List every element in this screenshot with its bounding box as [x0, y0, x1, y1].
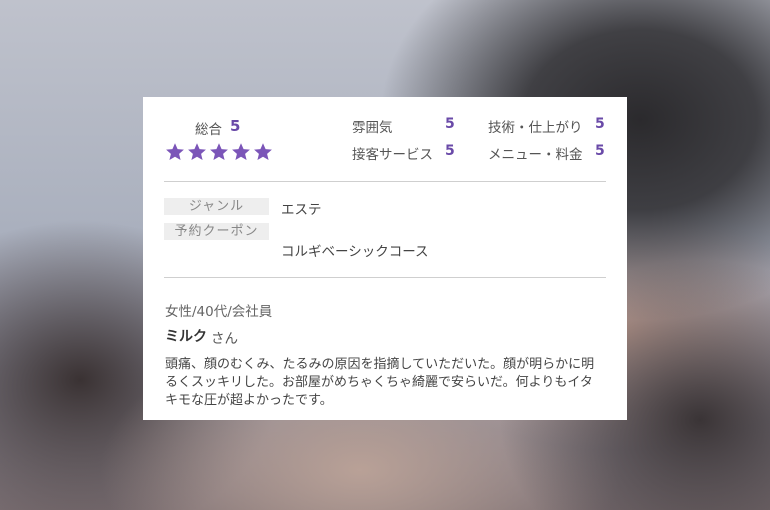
genre-value: エステ: [281, 202, 322, 218]
overall-label: 総合: [195, 122, 222, 138]
divider: [164, 277, 606, 278]
divider: [164, 181, 606, 182]
rating-menu-price-label: メニュー・料金: [488, 147, 583, 163]
overall-score: 5: [230, 117, 241, 135]
reviewer-name: ミルク: [165, 329, 207, 345]
review-text: 頭痛、顔のむくみ、たるみの原因を指摘していただいた。顔が明らかに明るくスッキリし…: [165, 357, 595, 408]
rating-atmosphere-label: 雰囲気: [352, 120, 393, 136]
reviewer-honorific: さん: [211, 331, 238, 347]
star-icon: [232, 143, 250, 160]
genre-tag: ジャンル: [164, 198, 269, 215]
rating-service-label: 接客サービス: [352, 147, 433, 163]
coupon-value: コルギベーシックコース: [281, 244, 429, 260]
star-icon: [166, 143, 184, 160]
star-rating: [165, 142, 273, 162]
rating-menu-price-value: 5: [595, 143, 605, 159]
star-icon: [188, 143, 206, 160]
rating-technique-value: 5: [595, 116, 605, 132]
rating-service-value: 5: [445, 143, 455, 159]
rating-atmosphere-value: 5: [445, 116, 455, 132]
reviewer-profile: 女性/40代/会社員: [165, 304, 273, 320]
review-card: 総合 5 雰囲気 5 技術・仕上がり 5 接客サービス 5 メニュー・料金 5 …: [143, 97, 627, 420]
rating-technique-label: 技術・仕上がり: [488, 120, 583, 136]
coupon-tag: 予約クーポン: [164, 223, 269, 240]
star-icon: [254, 143, 272, 160]
star-icon: [210, 143, 228, 160]
